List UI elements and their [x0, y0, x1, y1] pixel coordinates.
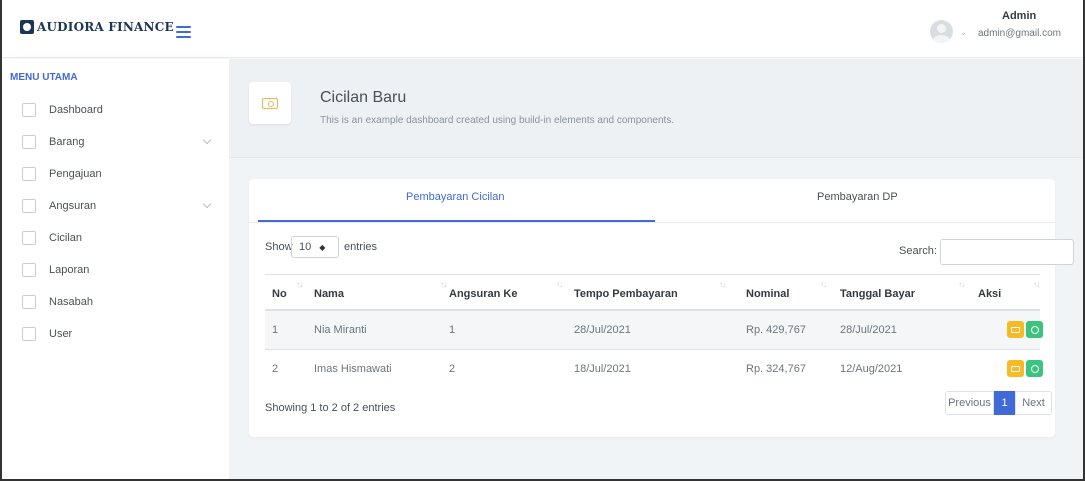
search-label: Search:	[899, 245, 937, 257]
sidebar-item-angsuran[interactable]: Angsuran	[10, 195, 220, 217]
pay-button[interactable]	[1007, 321, 1024, 338]
confirm-button[interactable]	[1026, 321, 1043, 338]
column-header-tempo[interactable]: Tempo Pembayaran	[574, 288, 678, 300]
sidebar: MENU UTAMA Dashboard Barang Pengajuan An…	[0, 59, 229, 481]
chevron-down-icon	[202, 135, 212, 145]
confirm-button[interactable]	[1026, 360, 1043, 377]
sidebar-item-dashboard[interactable]: Dashboard	[10, 99, 220, 121]
top-header: AUDIORA FINANCE ⌄ Admin admin@gmail.com	[0, 0, 1085, 58]
user-avatar[interactable]	[930, 20, 953, 43]
pagination-previous[interactable]: Previous	[945, 391, 994, 415]
chevron-down-icon[interactable]: ⌄	[960, 28, 967, 37]
column-header-nominal[interactable]: Nominal	[746, 288, 789, 300]
cell-nominal: Rp. 429,767	[746, 324, 806, 336]
id-card-icon	[22, 327, 36, 341]
sort-icon[interactable]: ↑↓	[719, 280, 726, 289]
sort-icon[interactable]: ↑↓	[1033, 280, 1040, 289]
sidebar-heading: MENU UTAMA	[10, 72, 78, 83]
cell-nama: Imas Hismawati	[314, 363, 392, 375]
row-divider	[265, 349, 1040, 350]
pay-button[interactable]	[1007, 360, 1024, 377]
report-icon	[22, 263, 36, 277]
tab-pembayaran-dp[interactable]: Pembayaran DP	[817, 191, 898, 203]
sidebar-item-barang[interactable]: Barang	[10, 131, 220, 153]
box-icon	[22, 135, 36, 149]
sidebar-item-label: Angsuran	[49, 200, 97, 212]
page-title-bar: Cicilan Baru This is an example dashboar…	[229, 59, 1083, 158]
clipboard-icon	[22, 199, 36, 213]
user-email: admin@gmail.com	[978, 28, 1061, 39]
table-info: Showing 1 to 2 of 2 entries	[265, 402, 396, 414]
money-icon	[262, 97, 278, 109]
page-title: Cicilan Baru	[320, 89, 407, 106]
payments-card: Pembayaran Cicilan Pembayaran DP Show 10…	[249, 179, 1074, 437]
brand-name: AUDIORA FINANCE	[37, 20, 174, 34]
sidebar-item-label: Nasabah	[49, 296, 94, 308]
money-icon	[22, 231, 36, 245]
show-label: Show	[265, 241, 293, 253]
cell-angsuran-ke: 1	[449, 324, 456, 336]
column-header-no[interactable]: No	[272, 288, 287, 300]
cell-tanggal-bayar: 28/Jul/2021	[840, 324, 897, 336]
sort-icon[interactable]: ↑↓	[296, 280, 303, 289]
pagination-page-1[interactable]: 1	[994, 391, 1015, 415]
search-input[interactable]	[940, 239, 1074, 265]
cell-tempo: 28/Jul/2021	[574, 324, 631, 336]
entries-label: entries	[344, 241, 378, 253]
sidebar-item-label: Cicilan	[49, 232, 83, 244]
column-header-nama[interactable]: Nama	[314, 288, 344, 300]
select-arrows-icon: ◆	[319, 242, 326, 252]
cell-angsuran-ke: 2	[449, 363, 456, 375]
sort-icon[interactable]: ↑↓	[440, 280, 447, 289]
table-top-border	[265, 274, 1040, 275]
cell-tanggal-bayar: 12/Aug/2021	[840, 363, 903, 375]
chevron-down-icon	[202, 199, 212, 209]
sidebar-item-user[interactable]: User	[10, 323, 220, 345]
users-icon	[22, 295, 36, 309]
clipboard-icon	[22, 167, 36, 181]
page-icon-box	[249, 82, 291, 124]
user-name: Admin	[1002, 10, 1037, 22]
money-icon	[1011, 365, 1020, 372]
sidebar-item-laporan[interactable]: Laporan	[10, 259, 220, 281]
sidebar-item-label: Barang	[49, 136, 85, 148]
sidebar-item-cicilan[interactable]: Cicilan	[10, 227, 220, 249]
table-row	[265, 311, 1040, 349]
brand-logo[interactable]: AUDIORA FINANCE	[20, 20, 174, 34]
sort-icon[interactable]: ↑↓	[958, 280, 965, 289]
main-content: Cicilan Baru This is an example dashboar…	[229, 59, 1083, 481]
money-icon	[1011, 326, 1020, 333]
sort-icon[interactable]: ↑↓	[820, 280, 827, 289]
sidebar-item-nasabah[interactable]: Nasabah	[10, 291, 220, 313]
check-circle-icon	[1030, 364, 1039, 373]
tab-divider	[249, 222, 1055, 223]
cell-no: 2	[272, 363, 279, 375]
page-subtitle: This is an example dashboard created usi…	[320, 115, 675, 126]
sort-icon[interactable]: ↑↓	[556, 280, 563, 289]
entries-select-value: 10	[299, 241, 312, 253]
pagination-next[interactable]: Next	[1015, 391, 1052, 415]
sidebar-item-pengajuan[interactable]: Pengajuan	[10, 163, 220, 185]
hamburger-menu-icon[interactable]	[176, 26, 191, 38]
check-circle-icon	[1030, 325, 1039, 334]
sidebar-item-label: Dashboard	[49, 104, 103, 116]
entries-select[interactable]: 10 ◆	[291, 236, 339, 258]
sidebar-item-label: User	[49, 328, 73, 340]
cell-nominal: Rp. 324,767	[746, 363, 806, 375]
cell-tempo: 18/Jul/2021	[574, 363, 631, 375]
sidebar-item-label: Pengajuan	[49, 168, 102, 180]
cell-no: 1	[272, 324, 279, 336]
cell-nama: Nia Miranti	[314, 324, 367, 336]
column-header-angsuran-ke[interactable]: Angsuran Ke	[449, 288, 517, 300]
sidebar-item-label: Laporan	[49, 264, 90, 276]
column-header-tanggal-bayar[interactable]: Tanggal Bayar	[840, 288, 915, 300]
tab-pembayaran-cicilan[interactable]: Pembayaran Cicilan	[406, 191, 504, 203]
brand-logo-icon	[20, 20, 34, 34]
home-icon	[22, 103, 36, 117]
column-header-aksi[interactable]: Aksi	[978, 288, 1001, 300]
